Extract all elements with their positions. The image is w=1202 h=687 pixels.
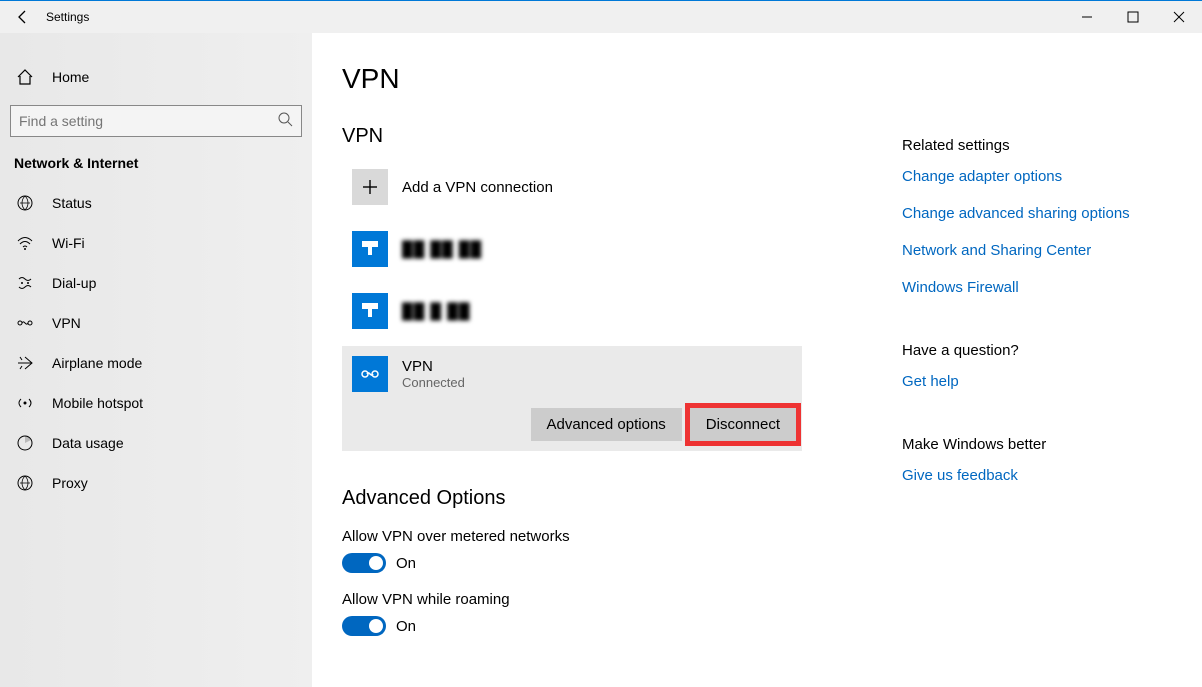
sidebar-item-proxy[interactable]: Proxy xyxy=(0,463,312,503)
page-title: VPN xyxy=(342,63,902,95)
vpn-button-row: Advanced options Disconnect xyxy=(342,402,802,451)
option-roaming-label: Allow VPN while roaming xyxy=(342,591,902,608)
sidebar-item-label: Data usage xyxy=(52,435,124,451)
section-advanced: Advanced Options xyxy=(342,487,902,510)
sidebar-item-datausage[interactable]: Data usage xyxy=(0,423,312,463)
sidebar-item-hotspot[interactable]: Mobile hotspot xyxy=(0,383,312,423)
window-title: Settings xyxy=(46,10,89,24)
disconnect-button[interactable]: Disconnect xyxy=(690,408,796,441)
search-field[interactable] xyxy=(19,113,259,129)
sidebar: Home Network & Internet Status Wi-Fi xyxy=(0,33,312,687)
vpn-icon xyxy=(14,312,36,334)
selected-vpn-name: VPN xyxy=(402,358,465,375)
toggle-metered[interactable] xyxy=(342,553,386,573)
sidebar-item-label: VPN xyxy=(52,315,81,331)
sidebar-item-label: Wi-Fi xyxy=(52,235,85,251)
add-vpn-label: Add a VPN connection xyxy=(402,179,553,196)
question-heading: Have a question? xyxy=(902,342,1162,359)
toggle-roaming-state: On xyxy=(396,618,416,635)
vpn-connection-name: ██ ██ ██ xyxy=(402,241,482,258)
maximize-button[interactable] xyxy=(1110,1,1156,33)
sidebar-home-label: Home xyxy=(52,69,89,85)
dialup-icon xyxy=(14,272,36,294)
plus-icon xyxy=(352,169,388,205)
sidebar-item-airplane[interactable]: Airplane mode xyxy=(0,343,312,383)
title-bar: Settings xyxy=(0,1,1202,33)
sidebar-item-vpn[interactable]: VPN xyxy=(0,303,312,343)
section-vpn: VPN xyxy=(342,125,902,148)
link-sharing-center[interactable]: Network and Sharing Center xyxy=(902,242,1162,259)
vpn-connection-selected[interactable]: VPN Connected xyxy=(342,346,802,402)
related-settings-heading: Related settings xyxy=(902,137,1162,154)
add-vpn-connection[interactable]: Add a VPN connection xyxy=(342,160,802,214)
search-icon xyxy=(277,111,293,132)
search-input[interactable] xyxy=(10,105,302,137)
airplane-icon xyxy=(14,352,36,374)
sidebar-category: Network & Internet xyxy=(0,155,312,183)
advanced-options-button[interactable]: Advanced options xyxy=(531,408,682,441)
sidebar-item-label: Dial-up xyxy=(52,275,96,291)
back-button[interactable] xyxy=(0,1,46,33)
link-adapter-options[interactable]: Change adapter options xyxy=(902,168,1162,185)
option-metered-label: Allow VPN over metered networks xyxy=(342,528,902,545)
link-feedback[interactable]: Give us feedback xyxy=(902,467,1162,484)
right-pane: Related settings Change adapter options … xyxy=(902,63,1162,687)
vpn-connection-item[interactable]: ██ ██ ██ xyxy=(342,222,802,276)
wifi-icon xyxy=(14,232,36,254)
status-icon xyxy=(14,192,36,214)
datausage-icon xyxy=(14,432,36,454)
link-firewall[interactable]: Windows Firewall xyxy=(902,279,1162,296)
vpn-tile-icon xyxy=(352,356,388,392)
toggle-roaming[interactable] xyxy=(342,616,386,636)
sidebar-item-label: Proxy xyxy=(52,475,88,491)
selected-vpn-status: Connected xyxy=(402,375,465,390)
option-roaming: Allow VPN while roaming On xyxy=(342,591,902,636)
close-button[interactable] xyxy=(1156,1,1202,33)
vpn-connection-name: ██ █ ██ xyxy=(402,303,470,320)
proxy-icon xyxy=(14,472,36,494)
sidebar-home[interactable]: Home xyxy=(0,57,312,97)
sidebar-item-dialup[interactable]: Dial-up xyxy=(0,263,312,303)
sidebar-item-wifi[interactable]: Wi-Fi xyxy=(0,223,312,263)
link-get-help[interactable]: Get help xyxy=(902,373,1162,390)
sidebar-item-label: Airplane mode xyxy=(52,355,142,371)
option-metered: Allow VPN over metered networks On xyxy=(342,528,902,573)
home-icon xyxy=(14,66,36,88)
minimize-button[interactable] xyxy=(1064,1,1110,33)
better-heading: Make Windows better xyxy=(902,436,1162,453)
sidebar-item-label: Mobile hotspot xyxy=(52,395,143,411)
sidebar-item-label: Status xyxy=(52,195,92,211)
sidebar-item-status[interactable]: Status xyxy=(0,183,312,223)
vpn-connection-item[interactable]: ██ █ ██ xyxy=(342,284,802,338)
toggle-metered-state: On xyxy=(396,555,416,572)
vpn-tile-icon xyxy=(352,231,388,267)
vpn-tile-icon xyxy=(352,293,388,329)
hotspot-icon xyxy=(14,392,36,414)
link-sharing-options[interactable]: Change advanced sharing options xyxy=(902,205,1162,222)
